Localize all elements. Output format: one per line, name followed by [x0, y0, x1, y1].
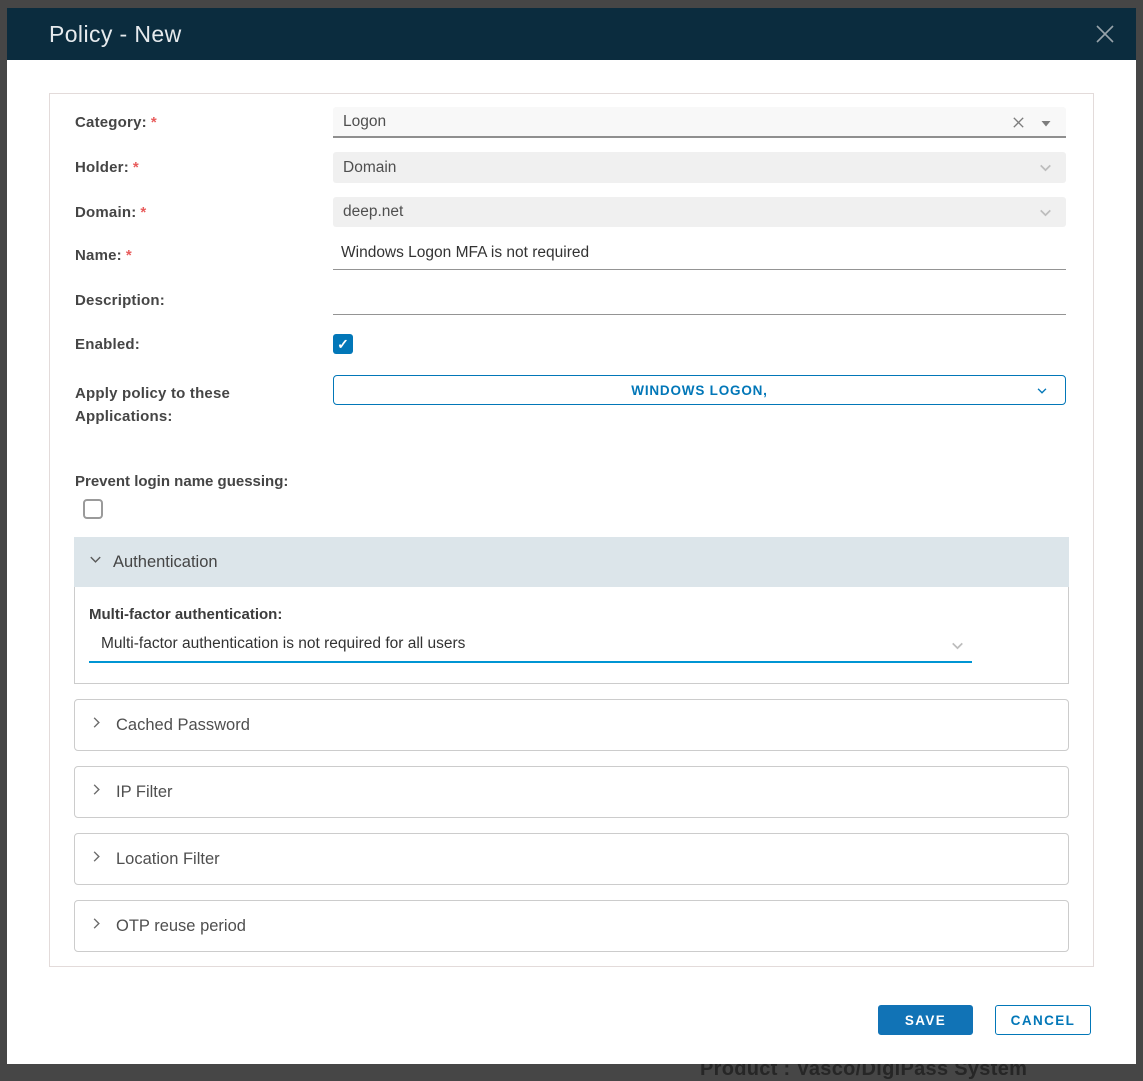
- holder-select[interactable]: Domain: [333, 152, 1066, 183]
- category-value: Logon: [343, 113, 386, 131]
- dialog-header: Policy - New: [7, 8, 1136, 60]
- enabled-checkbox[interactable]: ✓: [333, 334, 353, 354]
- close-icon[interactable]: [1088, 17, 1122, 51]
- section-authentication-body: Multi-factor authentication: Multi-facto…: [74, 587, 1069, 684]
- mfa-label: Multi-factor authentication:: [89, 606, 1054, 623]
- chevron-down-icon: [1035, 384, 1049, 401]
- section-otp-reuse-period-header[interactable]: OTP reuse period: [74, 900, 1069, 952]
- cancel-button[interactable]: CANCEL: [995, 1005, 1091, 1035]
- section-authentication-header[interactable]: Authentication: [74, 537, 1069, 587]
- mfa-value: Multi-factor authentication is not requi…: [101, 635, 465, 652]
- section-title: Location Filter: [116, 850, 220, 869]
- chevron-down-icon: [88, 552, 103, 572]
- dialog-title: Policy - New: [49, 21, 182, 48]
- policy-form-panel: Category:* Logon Holder:*: [49, 93, 1094, 967]
- chevron-down-icon[interactable]: [1037, 159, 1054, 176]
- chevron-right-icon: [89, 715, 104, 735]
- check-icon: ✓: [337, 336, 349, 353]
- required-asterisk: *: [133, 159, 139, 176]
- category-select[interactable]: Logon: [333, 107, 1066, 138]
- enabled-label: Enabled:: [75, 336, 333, 353]
- chevron-right-icon: [89, 849, 104, 869]
- applications-value: WINDOWS LOGON,: [631, 383, 767, 398]
- description-label: Description:: [75, 292, 333, 309]
- applications-select-button[interactable]: WINDOWS LOGON,: [333, 375, 1066, 405]
- section-title: OTP reuse period: [116, 917, 246, 936]
- section-location-filter-header[interactable]: Location Filter: [74, 833, 1069, 885]
- dialog-actions: SAVE CANCEL: [7, 1005, 1091, 1035]
- name-label: Name:*: [75, 247, 333, 264]
- section-title: Cached Password: [116, 716, 250, 735]
- prevent-login-guessing-label: Prevent login name guessing:: [75, 473, 1066, 490]
- mfa-select[interactable]: Multi-factor authentication is not requi…: [89, 635, 972, 663]
- policy-sections: Authentication Multi-factor authenticati…: [74, 537, 1069, 952]
- prevent-login-guessing-checkbox[interactable]: [83, 499, 103, 519]
- required-asterisk: *: [151, 114, 157, 131]
- chevron-right-icon: [89, 782, 104, 802]
- chevron-down-icon[interactable]: [1037, 204, 1054, 221]
- category-row: Category:* Logon: [75, 107, 1066, 138]
- category-label: Category:*: [75, 114, 333, 131]
- domain-label: Domain:*: [75, 204, 333, 221]
- dropdown-caret-icon[interactable]: [1038, 115, 1054, 131]
- domain-row: Domain:* deep.net: [75, 197, 1066, 227]
- description-row: Description:: [75, 286, 1066, 315]
- description-input[interactable]: [333, 286, 1066, 315]
- policy-new-dialog: Policy - New Category:* Logon: [7, 8, 1136, 1064]
- section-cached-password-header[interactable]: Cached Password: [74, 699, 1069, 751]
- clear-icon[interactable]: [1011, 115, 1026, 130]
- section-ip-filter-header[interactable]: IP Filter: [74, 766, 1069, 818]
- holder-row: Holder:* Domain: [75, 152, 1066, 183]
- holder-label: Holder:*: [75, 159, 333, 176]
- domain-value: deep.net: [343, 203, 403, 221]
- section-title: Authentication: [113, 553, 218, 572]
- name-input[interactable]: [333, 241, 1066, 270]
- required-asterisk: *: [140, 204, 146, 221]
- applications-row: Apply policy to these Applications: WIND…: [75, 375, 1066, 428]
- save-button[interactable]: SAVE: [878, 1005, 973, 1035]
- chevron-right-icon: [89, 916, 104, 936]
- domain-select[interactable]: deep.net: [333, 197, 1066, 227]
- chevron-down-icon: [949, 637, 966, 659]
- enabled-row: Enabled: ✓: [75, 334, 1066, 354]
- name-row: Name:*: [75, 241, 1066, 270]
- section-title: IP Filter: [116, 783, 173, 802]
- holder-value: Domain: [343, 159, 396, 177]
- required-asterisk: *: [126, 247, 132, 264]
- applications-label: Apply policy to these Applications:: [75, 375, 333, 428]
